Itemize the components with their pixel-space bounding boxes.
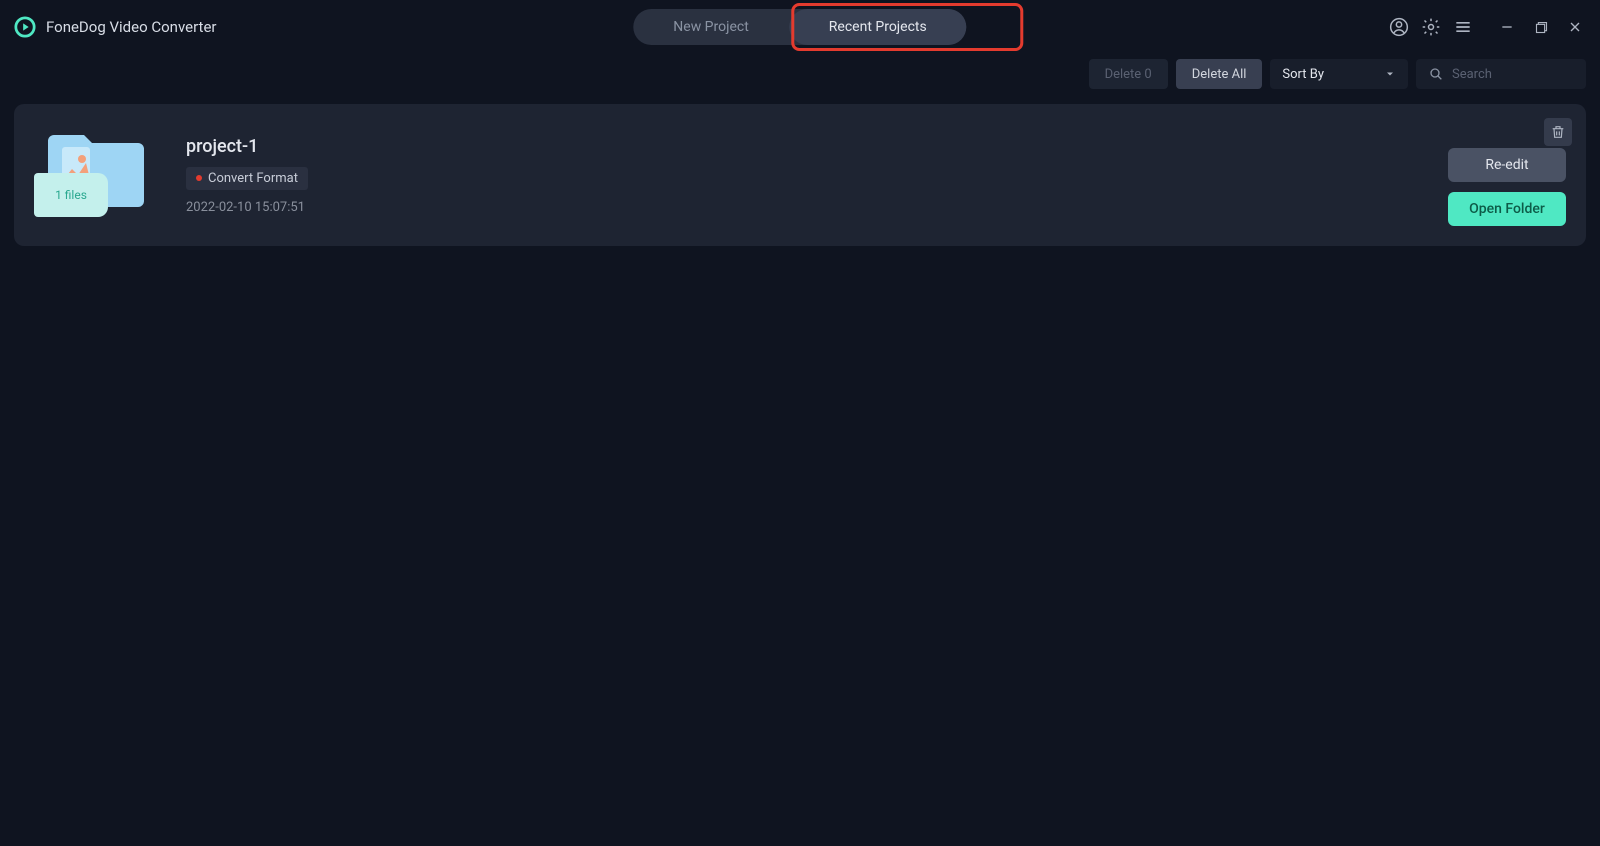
project-info: project-1 Convert Format 2022-02-10 15:0… [186, 136, 308, 215]
search-field[interactable] [1416, 59, 1586, 89]
delete-count-button[interactable]: Delete 0 [1089, 59, 1168, 89]
titlebar: FoneDog Video Converter New Project Rece… [0, 0, 1600, 54]
tab-recent-projects[interactable]: Recent Projects [789, 9, 967, 45]
menu-icon[interactable] [1452, 16, 1474, 38]
app-logo-icon [14, 16, 36, 38]
chevron-down-icon [1384, 68, 1396, 80]
project-folder-icon: 1 files [34, 129, 162, 221]
project-actions: Re-edit Open Folder [1448, 148, 1566, 226]
reedit-button[interactable]: Re-edit [1448, 148, 1566, 182]
tab-new-project[interactable]: New Project [633, 9, 789, 45]
project-card: 1 files project-1 Convert Format 2022-02… [14, 104, 1586, 246]
content-area: 1 files project-1 Convert Format 2022-02… [0, 94, 1600, 256]
settings-icon[interactable] [1420, 16, 1442, 38]
project-badge: Convert Format [186, 167, 308, 190]
account-icon[interactable] [1388, 16, 1410, 38]
badge-text: Convert Format [208, 171, 298, 186]
project-timestamp: 2022-02-10 15:07:51 [186, 200, 308, 215]
folder-files-label: 1 files [55, 188, 87, 202]
sort-by-label: Sort By [1282, 67, 1324, 82]
delete-project-button[interactable] [1544, 118, 1572, 146]
logo-wrap: FoneDog Video Converter [14, 16, 216, 38]
app-title: FoneDog Video Converter [46, 18, 216, 36]
project-name: project-1 [186, 136, 308, 157]
delete-all-button[interactable]: Delete All [1176, 59, 1263, 89]
sort-by-dropdown[interactable]: Sort By [1270, 59, 1408, 89]
maximize-icon[interactable] [1530, 16, 1552, 38]
search-input[interactable] [1452, 67, 1574, 82]
minimize-icon[interactable] [1496, 16, 1518, 38]
main-tabs: New Project Recent Projects [633, 9, 966, 45]
search-icon [1428, 66, 1444, 82]
open-folder-button[interactable]: Open Folder [1448, 192, 1566, 226]
close-icon[interactable] [1564, 16, 1586, 38]
toolbar: Delete 0 Delete All Sort By [0, 54, 1600, 94]
badge-dot-icon [196, 175, 202, 181]
